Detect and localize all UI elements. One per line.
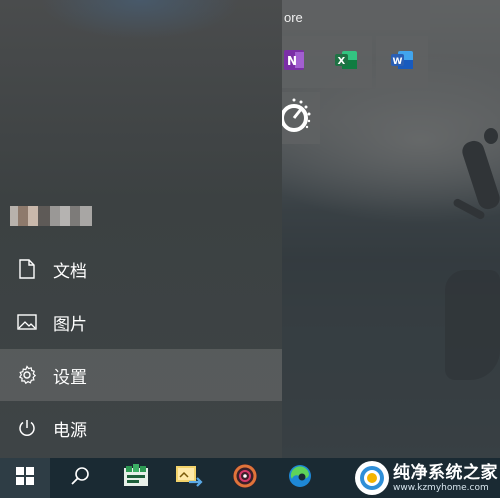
- start-icon: [16, 466, 34, 490]
- svg-text:X: X: [338, 56, 346, 67]
- menu-item-label: 文档: [53, 261, 87, 281]
- gear-icon: [17, 365, 37, 385]
- watermark-title: 纯净系统之家: [393, 462, 498, 483]
- space-app-icon: [121, 463, 151, 494]
- excel-icon: X: [333, 47, 359, 78]
- media-app-icon: [231, 462, 259, 495]
- search-icon: [70, 466, 90, 491]
- space-app-button[interactable]: [112, 458, 160, 498]
- photos-app-button[interactable]: [164, 458, 212, 498]
- document-icon: [17, 259, 37, 279]
- excel-tile[interactable]: X: [320, 36, 372, 88]
- user-account-blurred[interactable]: [10, 206, 92, 226]
- media-app-button[interactable]: [221, 458, 269, 498]
- menu-item-label: 电源: [53, 420, 87, 440]
- watermark-url: www.kzmyhome.com: [393, 482, 489, 493]
- menu-item-pictures[interactable]: 图片: [0, 296, 282, 348]
- edge-button[interactable]: [276, 458, 324, 498]
- store-tile[interactable]: ore: [282, 0, 430, 30]
- start-button[interactable]: [0, 458, 50, 498]
- menu-item-power[interactable]: 电源: [0, 402, 282, 454]
- power-icon: [17, 418, 37, 438]
- svg-text:W: W: [393, 57, 403, 67]
- menu-item-label: 图片: [53, 314, 87, 334]
- edge-icon: [287, 463, 313, 494]
- word-tile[interactable]: W: [376, 36, 428, 88]
- menu-item-documents[interactable]: 文档: [0, 243, 282, 295]
- watermark-logo-icon: [355, 461, 389, 495]
- photos-app-icon: [173, 463, 203, 494]
- store-tile-label: ore: [284, 10, 303, 25]
- pane-glow: [40, 0, 240, 40]
- site-watermark: 纯净系统之家 www.kzmyhome.com: [355, 458, 500, 498]
- onenote-icon: N: [281, 47, 307, 78]
- pictures-icon: [17, 312, 37, 332]
- word-icon: W: [389, 47, 415, 78]
- menu-item-label: 设置: [53, 367, 87, 387]
- svg-text:N: N: [287, 54, 297, 68]
- menu-item-settings[interactable]: 设置: [0, 349, 282, 401]
- search-button[interactable]: [56, 458, 104, 498]
